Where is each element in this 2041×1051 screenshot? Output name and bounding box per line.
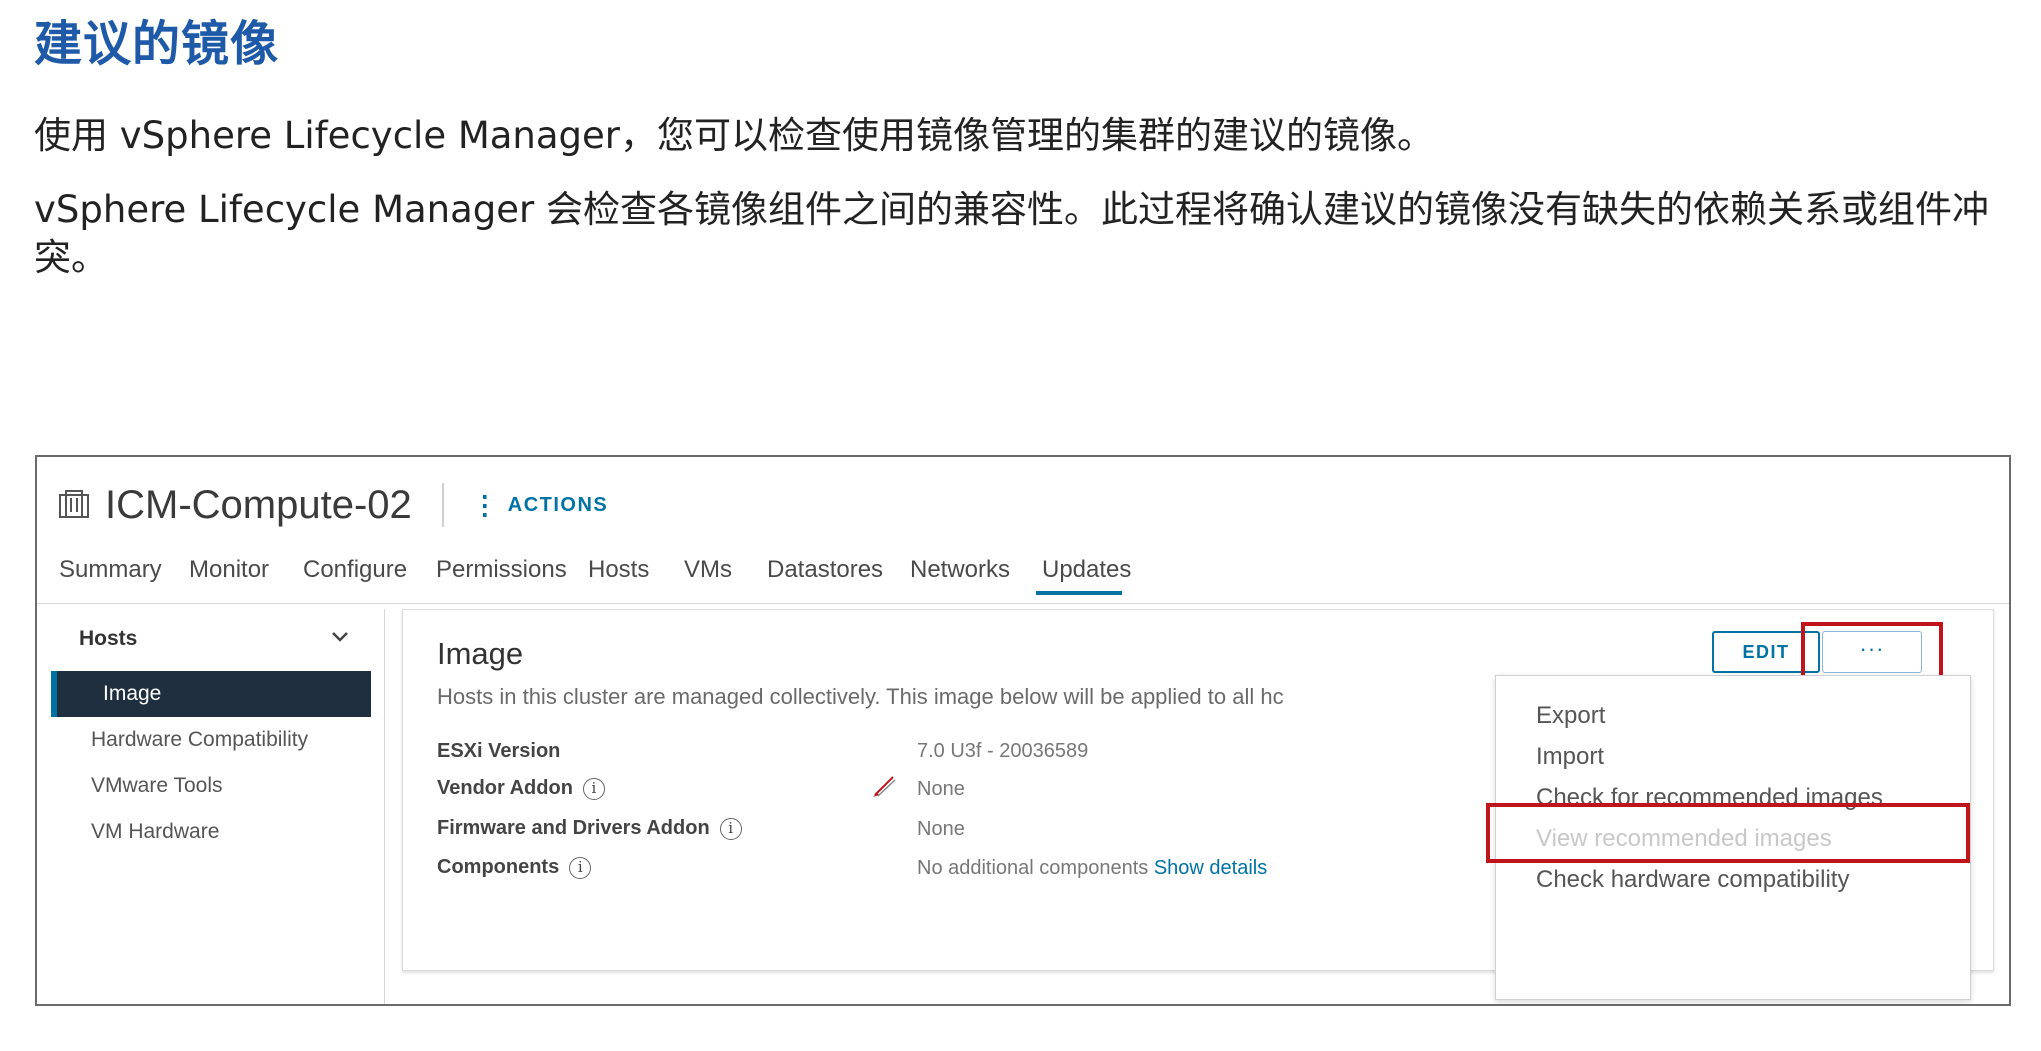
esxi-version-label: ESXi Version [437,740,560,763]
components-label: Components i [437,856,592,879]
tab-networks[interactable]: Networks [910,543,1010,597]
updates-sidenav: Hosts Image Hardware Compatibility VMwar… [51,609,385,1004]
menu-item-import[interactable]: Import [1536,743,1604,771]
tabs-divider [37,603,2009,604]
tab-configure[interactable]: Configure [303,543,407,597]
tab-monitor[interactable]: Monitor [189,543,269,597]
tab-updates[interactable]: Updates [1042,543,1131,597]
sidenav-item-vm-hardware[interactable]: VM Hardware [51,809,371,855]
highlight-box [1801,622,1943,682]
card-description: Hosts in this cluster are managed collec… [437,684,1284,709]
intro-paragraph: 使用 vSphere Lifecycle Manager，您可以检查使用镜像管理… [34,114,1435,157]
tab-hosts[interactable]: Hosts [588,543,649,597]
tab-summary[interactable]: Summary [59,543,162,597]
components-value: No additional components Show details [917,857,1267,880]
chevron-down-icon[interactable] [329,625,351,647]
tab-permissions[interactable]: Permissions [436,543,567,597]
sidenav-item-vmware-tools[interactable]: VMware Tools [51,763,371,809]
sidenav-item-hardware-compatibility[interactable]: Hardware Compatibility [51,717,371,763]
actions-label: ACTIONS [507,493,609,516]
highlight-box [1486,803,1970,863]
header-divider [441,483,444,527]
tab-vms[interactable]: VMs [684,543,732,597]
cluster-name: ICM-Compute-02 [105,482,412,527]
menu-item-check-hardware-compatibility[interactable]: Check hardware compatibility [1536,866,1849,894]
firmware-addon-label: Firmware and Drivers Addon i [437,817,742,840]
sidenav-item-image[interactable]: Image [51,671,371,717]
object-tabs: Summary Monitor Configure Permissions Ho… [59,543,2009,603]
show-details-link[interactable]: Show details [1154,857,1267,879]
info-icon[interactable]: i [719,817,742,840]
vertical-ellipsis-icon: ⋮ [471,490,498,520]
cluster-icon [59,490,89,518]
description-paragraph: vSphere Lifecycle Manager 会检查各镜像组件之间的兼容性… [34,188,1990,279]
info-icon[interactable]: i [582,777,605,800]
row-label-text: Components [437,856,560,878]
row-label-text: ESXi Version [437,740,561,762]
vendor-addon-value: None [917,778,965,800]
tab-datastores[interactable]: Datastores [767,543,883,597]
esxi-version-value: 7.0 U3f - 20036589 [917,740,1089,762]
row-label-text: Firmware and Drivers Addon [437,817,710,839]
object-header: ICM-Compute-02 ⋮ ACTIONS [57,477,608,533]
menu-item-export[interactable]: Export [1536,702,1605,730]
firmware-addon-value: None [917,818,965,840]
components-text: No additional components [917,857,1149,879]
vendor-addon-label: Vendor Addon i [437,777,605,800]
slide-title: 建议的镜像 [34,16,280,72]
vsphere-screenshot: ICM-Compute-02 ⋮ ACTIONS Summary Monitor… [35,455,2011,1006]
sidenav-group-hosts[interactable]: Hosts [79,627,137,651]
actions-menu-button[interactable]: ⋮ ACTIONS [471,490,609,520]
pen-cursor-icon [873,776,896,797]
info-icon[interactable]: i [569,856,592,879]
card-title: Image [437,636,524,671]
row-label-text: Vendor Addon [437,777,573,799]
active-tab-indicator [1036,591,1122,595]
